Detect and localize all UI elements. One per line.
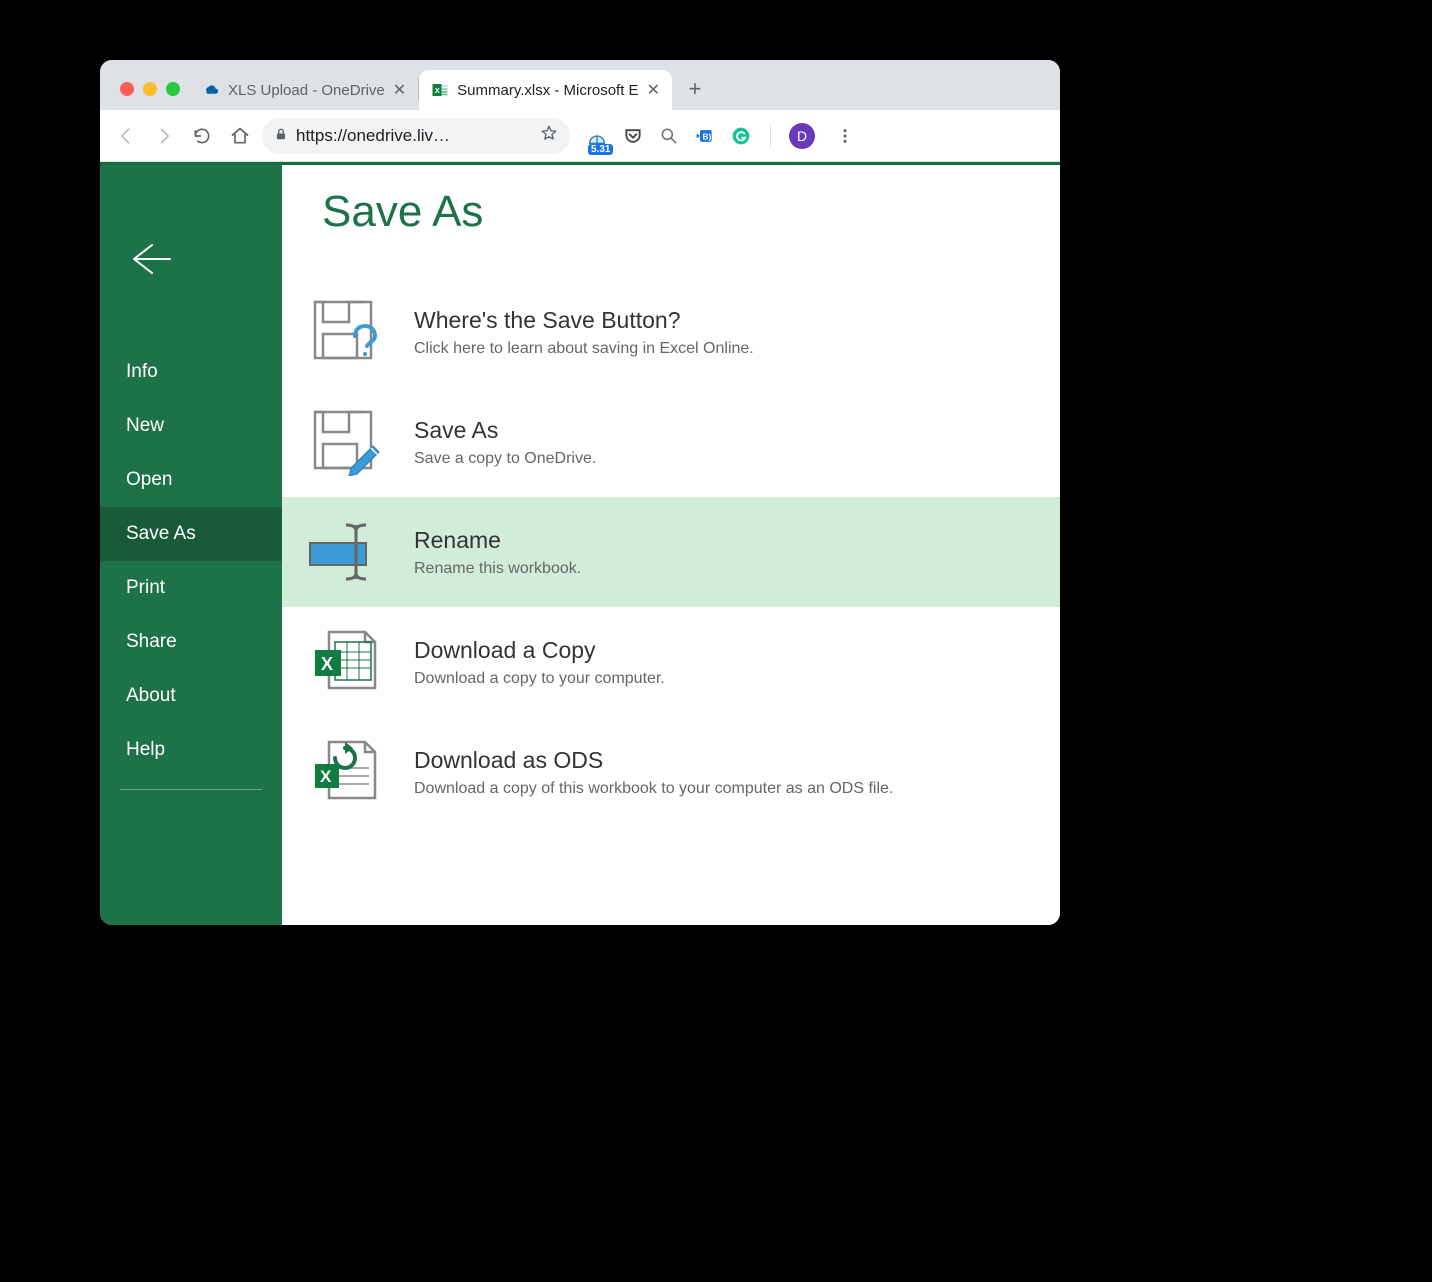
sidebar-item-label: Info xyxy=(126,361,158,382)
option-title: Rename xyxy=(414,527,581,554)
browser-window: XLS Upload - OneDrive ✕ X Summary.xlsx -… xyxy=(100,60,1060,925)
home-button[interactable] xyxy=(224,120,256,152)
rename-icon xyxy=(306,515,384,589)
option-title: Download as ODS xyxy=(414,747,893,774)
sidebar-item-label: About xyxy=(126,685,176,706)
nav-back-button[interactable] xyxy=(110,120,142,152)
tab-title: Summary.xlsx - Microsoft E xyxy=(457,82,638,99)
close-tab-icon[interactable]: ✕ xyxy=(393,80,406,100)
option-text: Save As Save a copy to OneDrive. xyxy=(414,417,596,468)
sidebar-item-label: New xyxy=(126,415,164,436)
option-description: Download a copy of this workbook to your… xyxy=(414,780,893,798)
backstage-sidebar: Info New Open Save As Print Share About … xyxy=(100,165,282,925)
option-download-ods[interactable]: X Download as ODS Download a copy of thi… xyxy=(282,717,1060,827)
url-text: https://onedrive.liv… xyxy=(296,126,532,146)
browser-toolbar: https://onedrive.liv… 5.31 B) xyxy=(100,110,1060,162)
svg-text:X: X xyxy=(321,654,333,674)
option-title: Where's the Save Button? xyxy=(414,307,754,334)
option-download-copy[interactable]: X Download a Copy Download a copy to you… xyxy=(282,607,1060,717)
sidebar-item-share[interactable]: Share xyxy=(100,615,282,669)
option-description: Save a copy to OneDrive. xyxy=(414,450,596,468)
sidebar-item-label: Save As xyxy=(126,523,196,544)
bookmark-star-icon[interactable] xyxy=(540,124,558,147)
extension-pocket-icon[interactable] xyxy=(622,125,644,147)
tab-strip: XLS Upload - OneDrive ✕ X Summary.xlsx -… xyxy=(100,60,1060,110)
window-minimize-dot[interactable] xyxy=(143,82,157,96)
page-content: Info New Open Save As Print Share About … xyxy=(100,162,1060,925)
sidebar-item-open[interactable]: Open xyxy=(100,453,282,507)
svg-text:X: X xyxy=(320,767,332,786)
sidebar-item-label: Print xyxy=(126,577,165,598)
option-rename[interactable]: Rename Rename this workbook. xyxy=(282,497,1060,607)
sidebar-divider xyxy=(120,789,262,790)
new-tab-button[interactable]: + xyxy=(678,72,712,106)
sidebar-menu: Info New Open Save As Print Share About … xyxy=(100,345,282,790)
option-title: Save As xyxy=(414,417,596,444)
sidebar-item-print[interactable]: Print xyxy=(100,561,282,615)
extension-blue-icon[interactable]: B) xyxy=(694,125,716,147)
reload-button[interactable] xyxy=(186,120,218,152)
option-text: Download as ODS Download a copy of this … xyxy=(414,747,893,798)
tab-excel-summary[interactable]: X Summary.xlsx - Microsoft E ✕ xyxy=(419,70,672,110)
extension-search-icon[interactable] xyxy=(658,125,680,147)
extension-grammarly-icon[interactable] xyxy=(730,125,752,147)
close-tab-icon[interactable]: ✕ xyxy=(647,80,660,100)
sidebar-item-label: Share xyxy=(126,631,177,652)
nav-forward-button[interactable] xyxy=(148,120,180,152)
option-description: Rename this workbook. xyxy=(414,560,581,578)
window-controls xyxy=(112,82,190,110)
option-title: Download a Copy xyxy=(414,637,665,664)
option-text: Download a Copy Download a copy to your … xyxy=(414,637,665,688)
tab-title: XLS Upload - OneDrive xyxy=(228,82,385,99)
toolbar-separator xyxy=(770,124,771,148)
profile-avatar[interactable]: D xyxy=(789,123,815,149)
extension-badge: 5.31 xyxy=(588,144,613,155)
sidebar-item-label: Open xyxy=(126,469,172,490)
extension-icons: 5.31 B) D xyxy=(586,120,861,152)
back-arrow-button[interactable] xyxy=(128,241,172,282)
option-description: Download a copy to your computer. xyxy=(414,670,665,688)
excel-icon: X xyxy=(431,81,449,99)
window-maximize-dot[interactable] xyxy=(166,82,180,96)
option-text: Rename Rename this workbook. xyxy=(414,527,581,578)
save-question-icon xyxy=(306,295,384,369)
sidebar-item-about[interactable]: About xyxy=(100,669,282,723)
excel-ods-icon: X xyxy=(306,735,384,809)
sidebar-item-label: Help xyxy=(126,739,165,760)
avatar-initial: D xyxy=(797,128,807,144)
svg-text:X: X xyxy=(435,86,440,95)
extension-timer-icon[interactable]: 5.31 xyxy=(586,125,608,147)
sidebar-item-new[interactable]: New xyxy=(100,399,282,453)
option-description: Click here to learn about saving in Exce… xyxy=(414,340,754,358)
lock-icon xyxy=(274,126,288,146)
tab-onedrive-upload[interactable]: XLS Upload - OneDrive ✕ xyxy=(190,70,418,110)
option-text: Where's the Save Button? Click here to l… xyxy=(414,307,754,358)
page-heading: Save As xyxy=(322,187,1060,237)
option-wheres-save[interactable]: Where's the Save Button? Click here to l… xyxy=(282,277,1060,387)
option-save-as[interactable]: Save As Save a copy to OneDrive. xyxy=(282,387,1060,497)
address-bar[interactable]: https://onedrive.liv… xyxy=(262,118,570,154)
sidebar-item-info[interactable]: Info xyxy=(100,345,282,399)
window-close-dot[interactable] xyxy=(120,82,134,96)
sidebar-item-save-as[interactable]: Save As xyxy=(100,507,282,561)
excel-doc-icon: X xyxy=(306,625,384,699)
main-panel: Save As Where's the Save Button? Click h… xyxy=(282,165,1060,925)
svg-text:B): B) xyxy=(703,131,712,141)
browser-menu-button[interactable] xyxy=(829,120,861,152)
sidebar-item-help[interactable]: Help xyxy=(100,723,282,777)
save-pencil-icon xyxy=(306,405,384,479)
onedrive-icon xyxy=(202,81,220,99)
